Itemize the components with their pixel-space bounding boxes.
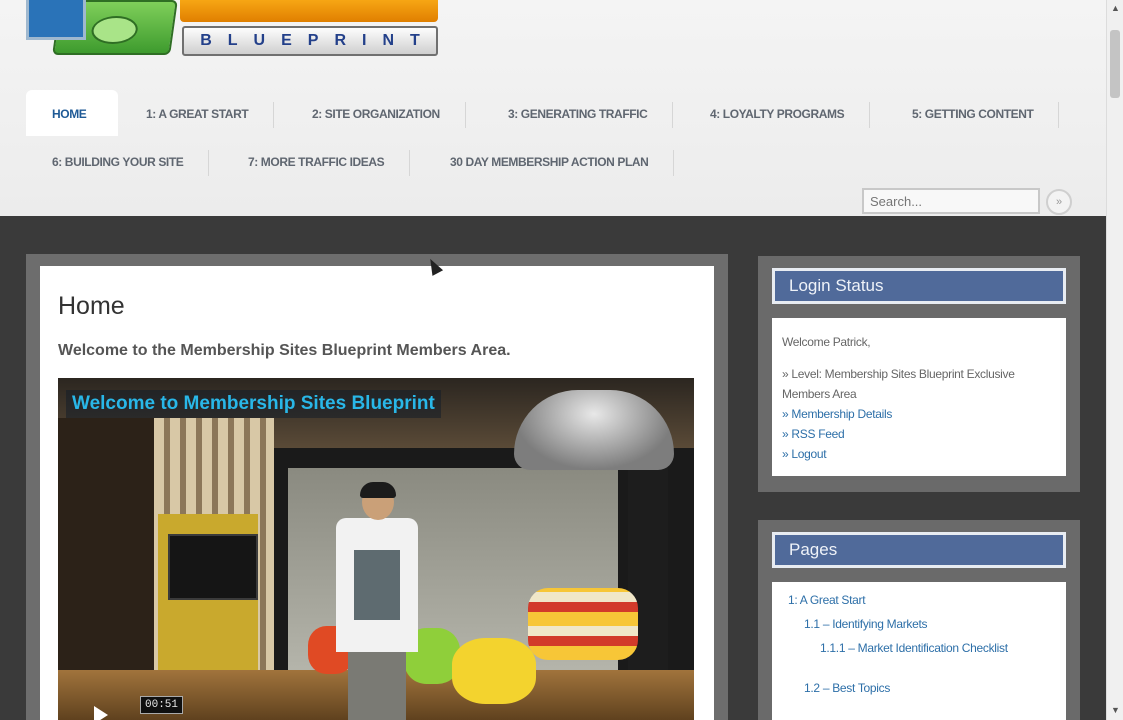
video-scene-person-legs (348, 648, 406, 720)
play-icon[interactable] (94, 706, 108, 720)
page-link-best-topics[interactable]: 1.2 – Best Topics (788, 676, 1056, 700)
video-scene-curtain (628, 458, 668, 688)
content-panel: Home Welcome to the Membership Sites Blu… (40, 266, 714, 720)
search-submit-button[interactable]: » (1046, 189, 1072, 215)
membership-details-link[interactable]: » Membership Details (782, 404, 1056, 424)
video-scene-beanbag-stack (528, 588, 638, 660)
welcome-greeting: Welcome Patrick, (782, 335, 871, 349)
pages-widget: Pages 1: A Great Start 1.1 – Identifying… (758, 520, 1080, 720)
nav-getting-content[interactable]: 5: GETTING CONTENT (886, 90, 1060, 136)
site-header: BLUEPRINT HOME 1: A GREAT START 2: SITE … (0, 0, 1106, 216)
pages-title: Pages (772, 532, 1066, 568)
pages-list: 1: A Great Start 1.1 – Identifying Marke… (772, 582, 1066, 720)
nav-building-your-site[interactable]: 6: BUILDING YOUR SITE (26, 138, 210, 184)
search-input[interactable] (862, 188, 1040, 214)
video-scene-person-hair (360, 482, 396, 498)
nav-a-great-start[interactable]: 1: A GREAT START (120, 90, 275, 136)
monitor-icon (26, 0, 86, 40)
membership-level: » Level: Membership Sites Blueprint Excl… (782, 367, 1015, 401)
login-status-title: Login Status (772, 268, 1066, 304)
logo-blueprint-word: BLUEPRINT (182, 26, 438, 56)
nav-loyalty-programs[interactable]: 4: LOYALTY PROGRAMS (684, 90, 871, 136)
login-status-widget: Login Status Welcome Patrick, » Level: M… (758, 256, 1080, 492)
nav-more-traffic-ideas[interactable]: 7: MORE TRAFFIC IDEAS (222, 138, 411, 184)
page-scrollbar[interactable]: ▲ ▼ (1106, 0, 1123, 720)
logout-link[interactable]: » Logout (782, 444, 1056, 464)
scroll-thumb[interactable] (1110, 30, 1120, 98)
video-scene-tv (168, 534, 258, 600)
page-link-market-checklist[interactable]: 1.1.1 – Market Identification Checklist (788, 636, 1056, 660)
login-status-body: Welcome Patrick, » Level: Membership Sit… (772, 318, 1066, 476)
welcome-heading: Welcome to the Membership Sites Blueprin… (58, 342, 511, 359)
video-scene-person-print (354, 550, 400, 620)
page-link-a-great-start[interactable]: 1: A Great Start (788, 588, 1056, 612)
page-link-identifying-markets[interactable]: 1.1 – Identifying Markets (788, 612, 1056, 636)
video-timestamp: 00:51 (140, 696, 184, 714)
nav-site-organization[interactable]: 2: SITE ORGANIZATION (286, 90, 466, 136)
rss-feed-link[interactable]: » RSS Feed (782, 424, 1056, 444)
logo-sites-word (180, 0, 438, 22)
nav-action-plan[interactable]: 30 DAY MEMBERSHIP ACTION PLAN (424, 138, 675, 184)
nav-home[interactable]: HOME (26, 90, 118, 136)
scroll-down-arrow-icon[interactable]: ▼ (1107, 702, 1123, 718)
video-player[interactable]: Welcome to Membership Sites Blueprint 00… (58, 378, 694, 720)
nav-generating-traffic[interactable]: 3: GENERATING TRAFFIC (482, 90, 674, 136)
scroll-up-arrow-icon[interactable]: ▲ (1107, 0, 1123, 16)
site-logo[interactable]: BLUEPRINT (26, 0, 438, 60)
video-title-overlay: Welcome to Membership Sites Blueprint (66, 390, 441, 418)
video-scene-beanbag-yellow (452, 638, 536, 704)
page-title: Home (58, 292, 125, 320)
